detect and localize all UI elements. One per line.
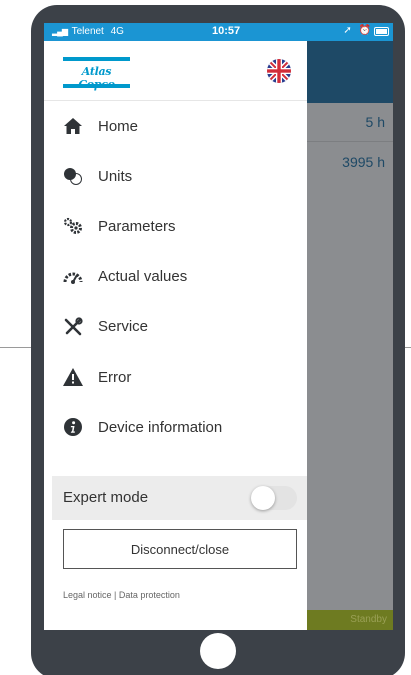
legal-links: Legal notice | Data protection bbox=[63, 590, 180, 600]
menu-item-home[interactable]: Home bbox=[44, 101, 307, 151]
home-hardware-button[interactable] bbox=[200, 633, 236, 669]
tools-icon bbox=[63, 317, 83, 337]
separator-line-left bbox=[0, 347, 34, 348]
gauge-icon bbox=[63, 267, 83, 287]
status-bar: ▂▄▆ Telenet 4G 10:57 ➚ ⏰ bbox=[44, 23, 393, 41]
info-icon bbox=[63, 417, 83, 437]
data-protection-link[interactable]: Data protection bbox=[119, 590, 180, 600]
warning-icon bbox=[63, 367, 83, 387]
menu-item-parameters[interactable]: Parameters bbox=[44, 201, 307, 251]
menu-item-label: Actual values bbox=[98, 268, 188, 286]
menu-item-label: Units bbox=[98, 167, 133, 185]
location-icon: ➚ bbox=[343, 25, 352, 36]
expert-mode-toggle[interactable] bbox=[251, 486, 297, 510]
menu-item-label: Device information bbox=[98, 418, 223, 436]
background-value-row: 5 h bbox=[365, 114, 385, 130]
main-menu: Home Units Parameters Actual values Serv… bbox=[44, 101, 307, 452]
carrier-name: Telenet bbox=[71, 26, 104, 37]
drawer-header: Atlas Copco bbox=[44, 41, 307, 101]
menu-item-label: Error bbox=[98, 368, 132, 386]
alarm-icon: ⏰ bbox=[358, 25, 371, 36]
menu-item-label: Parameters bbox=[98, 217, 176, 235]
status-icons: ➚ ⏰ bbox=[343, 25, 371, 36]
toggle-knob bbox=[251, 486, 275, 510]
disconnect-close-button[interactable]: Disconnect/close bbox=[63, 529, 297, 569]
menu-item-service[interactable]: Service bbox=[44, 302, 307, 352]
menu-item-label: Service bbox=[98, 318, 149, 336]
menu-item-actual-values[interactable]: Actual values bbox=[44, 252, 307, 302]
status-time: 10:57 bbox=[212, 25, 241, 37]
atlas-copco-logo: Atlas Copco bbox=[63, 57, 130, 91]
expert-mode-row: Expert mode bbox=[52, 476, 307, 520]
network-type: 4G bbox=[110, 26, 124, 37]
menu-item-units[interactable]: Units bbox=[44, 151, 307, 201]
background-value-row: 3995 h bbox=[342, 154, 385, 170]
legal-separator: | bbox=[111, 590, 119, 600]
signal-icon: ▂▄▆ bbox=[52, 27, 68, 36]
background-app-header bbox=[306, 41, 393, 103]
home-icon bbox=[63, 116, 83, 136]
background-status-bar: Standby bbox=[306, 610, 393, 630]
navigation-drawer: Atlas Copco Home bbox=[44, 41, 307, 630]
phone-screen: ▂▄▆ Telenet 4G 10:57 ➚ ⏰ 5 h 3995 h Stan… bbox=[44, 23, 393, 630]
legal-notice-link[interactable]: Legal notice bbox=[63, 590, 112, 600]
battery-icon bbox=[374, 27, 389, 36]
gears-icon bbox=[63, 216, 83, 236]
background-status-text: Standby bbox=[350, 614, 387, 625]
carrier-info: ▂▄▆ Telenet 4G bbox=[52, 26, 124, 37]
units-icon bbox=[63, 166, 83, 186]
uk-flag-icon[interactable] bbox=[267, 59, 291, 83]
menu-item-error[interactable]: Error bbox=[44, 352, 307, 402]
menu-item-device-information[interactable]: Device information bbox=[44, 402, 307, 452]
background-divider bbox=[306, 141, 393, 142]
menu-item-label: Home bbox=[98, 117, 139, 135]
expert-mode-label: Expert mode bbox=[63, 489, 149, 506]
